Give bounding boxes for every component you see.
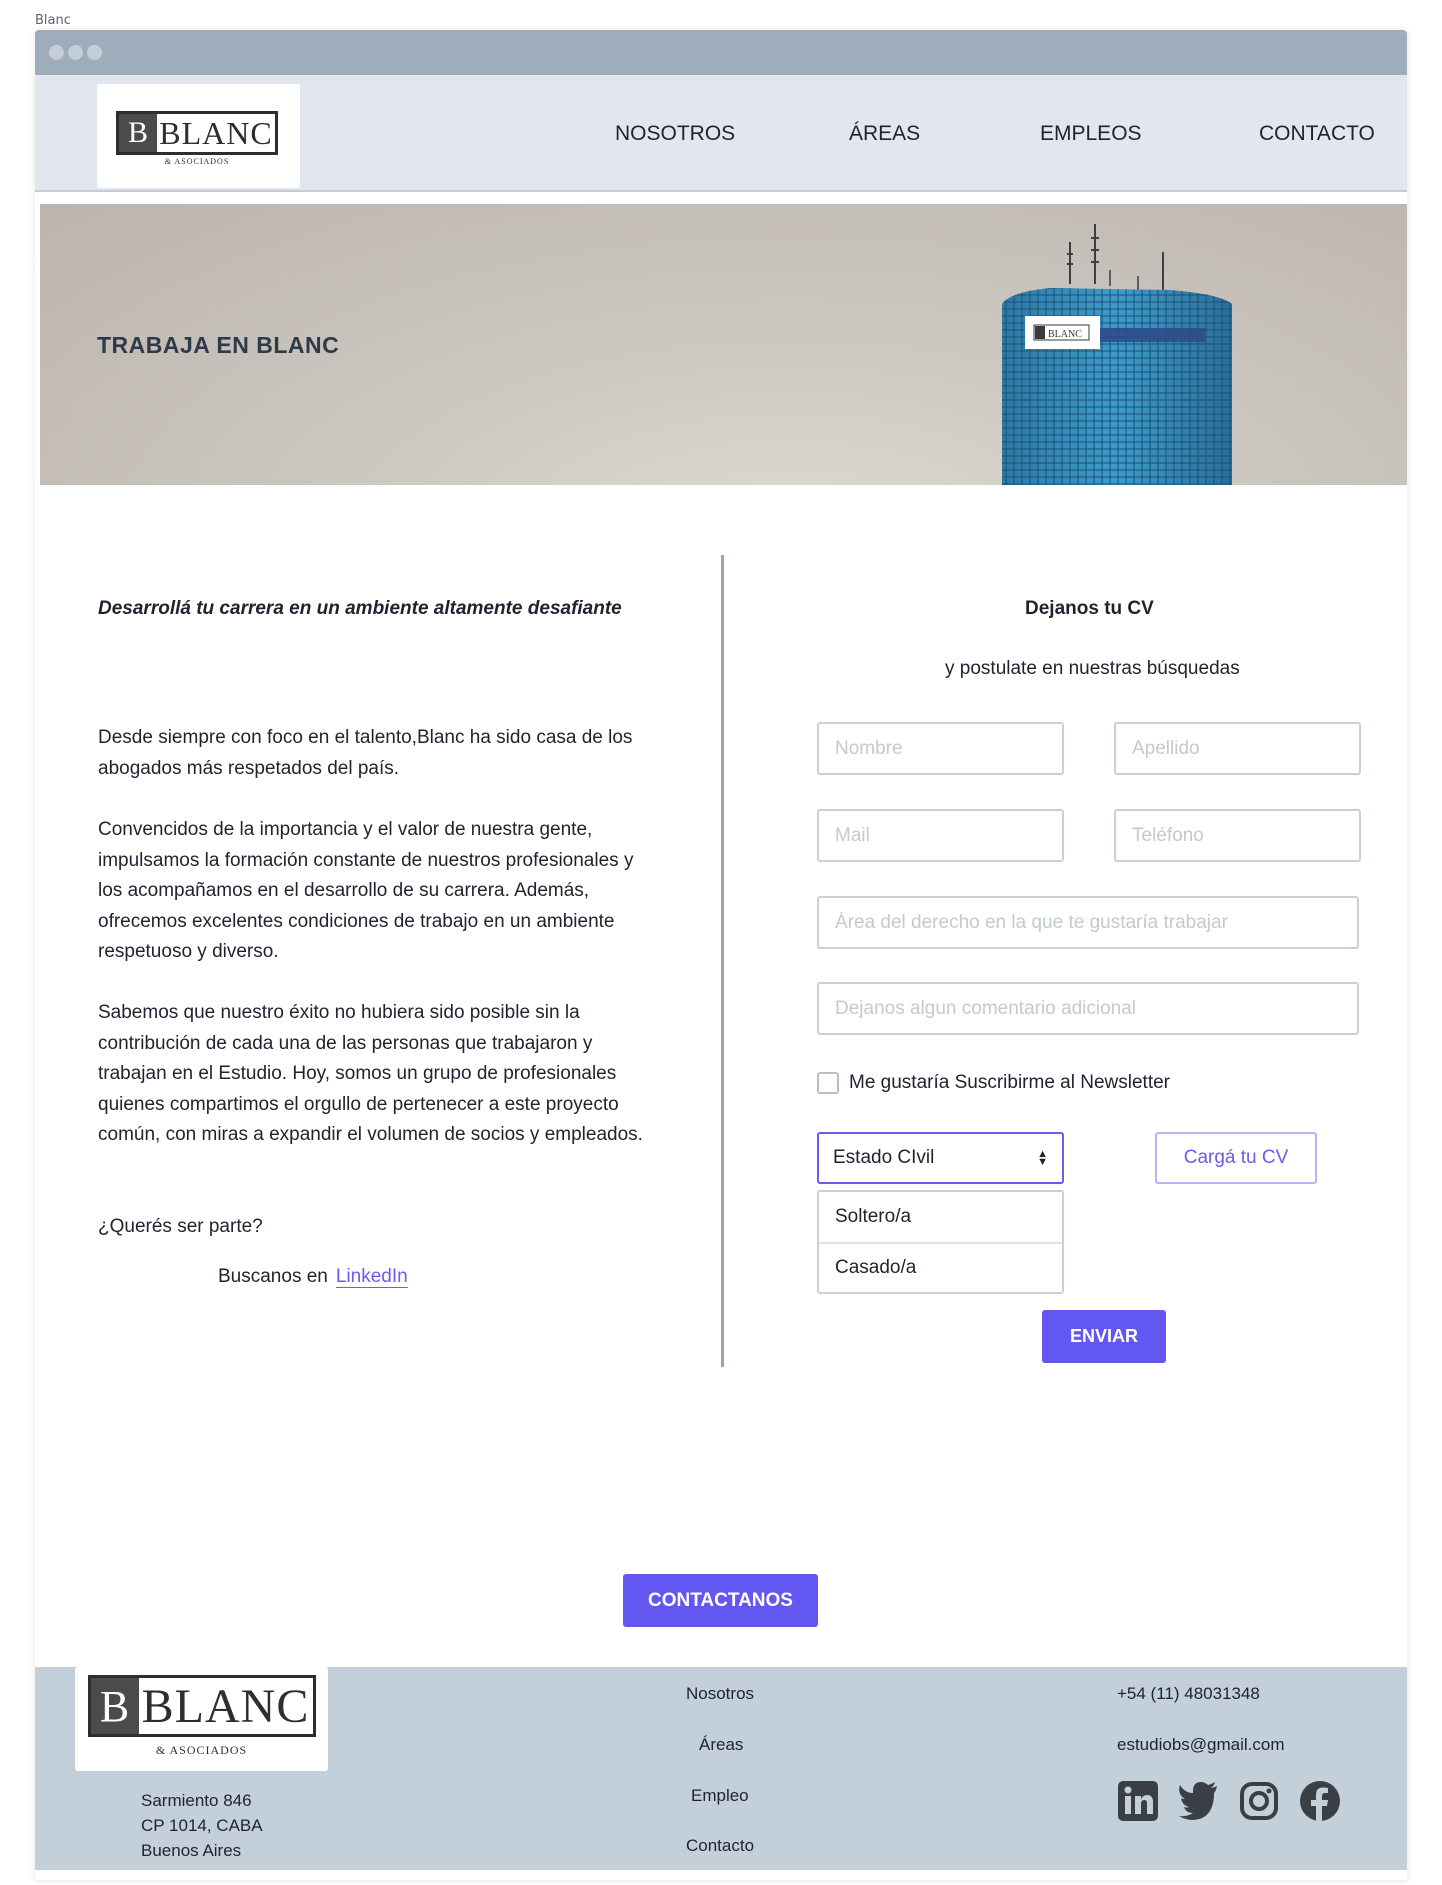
facebook-icon[interactable] [1299, 1780, 1341, 1822]
newsletter-label: Me gustaría Suscribirme al Newsletter [849, 1072, 1170, 1093]
twitter-icon[interactable] [1177, 1780, 1219, 1822]
linkedin-line: Buscanos en LinkedIn [218, 1266, 408, 1288]
logo-initial: B [119, 114, 157, 152]
footer-link-contacto[interactable]: Contacto [686, 1836, 754, 1856]
linkedin-link[interactable]: LinkedIn [335, 1266, 408, 1288]
hero-title: TRABAJA EN BLANC [97, 332, 340, 358]
form-subtitle: y postulate en nuestras búsquedas [945, 658, 1240, 679]
nav-empleos[interactable]: EMPLEOS [1040, 122, 1142, 146]
window-dot-icon [68, 45, 83, 60]
mail-field[interactable] [817, 809, 1064, 862]
team-paragraph: Sabemos que nuestro éxito no hubiera sid… [98, 1002, 643, 1145]
telefono-field[interactable] [1114, 809, 1361, 862]
upload-cv-button[interactable]: Cargá tu CV [1155, 1132, 1317, 1184]
logo-wordmark: BLANC [159, 114, 273, 151]
window-dot-icon [49, 45, 64, 60]
intro-paragraph: Desde siempre con foco en el talento,Bla… [98, 727, 633, 779]
logo-tagline: & ASOCIADOS [164, 157, 230, 166]
logo-initial: B [90, 1678, 139, 1734]
logo-wordmark: BLANC [141, 1679, 310, 1733]
footer: B BLANC & ASOCIADOS Sarmiento 846 CP 101… [35, 1667, 1407, 1870]
brand-logo: B BLANC & ASOCIADOS [83, 1675, 320, 1758]
address-line: Sarmiento 846 [141, 1791, 252, 1810]
footer-link-areas[interactable]: Áreas [699, 1735, 743, 1755]
area-field[interactable] [817, 896, 1359, 949]
submit-button[interactable]: ENVIAR [1042, 1310, 1166, 1363]
footer-link-nosotros[interactable]: Nosotros [686, 1684, 754, 1704]
hero-banner: TRABAJA EN BLANC BLANC [40, 204, 1407, 485]
nav-contacto[interactable]: CONTACTO [1259, 122, 1375, 146]
address-line: Buenos Aires [141, 1841, 242, 1860]
footer-address: Sarmiento 846 CP 1014, CABA Buenos Aires [141, 1788, 263, 1863]
form-title: Dejanos tu CV [1025, 598, 1154, 619]
window-titlebar [35, 30, 1407, 75]
join-question: ¿Querés ser parte? [98, 1216, 263, 1237]
building-image: BLANC [1002, 224, 1232, 485]
select-arrows-icon: ▲ ▼ [1037, 1148, 1048, 1168]
footer-link-empleo[interactable]: Empleo [691, 1786, 749, 1806]
logo-tagline: & ASOCIADOS [155, 1743, 248, 1757]
option-casado[interactable]: Casado/a [819, 1242, 1062, 1292]
nombre-field[interactable] [817, 722, 1064, 775]
values-paragraph: Convencidos de la importancia y el valor… [98, 819, 634, 962]
contact-button[interactable]: CONTACTANOS [623, 1574, 818, 1627]
linkedin-prefix: Buscanos en [218, 1266, 328, 1287]
estado-civil-options: Soltero/a Casado/a [817, 1190, 1064, 1294]
option-soltero[interactable]: Soltero/a [819, 1192, 1062, 1242]
brand-logo: B BLANC & ASOCIADOS [116, 111, 278, 166]
frame-label-blanc: Blanc [35, 13, 71, 28]
window-dot-icon [87, 45, 102, 60]
column-divider [721, 555, 724, 1367]
footer-phone: +54 (11) 48031348 [1117, 1684, 1260, 1703]
estado-civil-value: Estado CIvil [833, 1147, 935, 1168]
footer-email: estudiobs@gmail.com [1117, 1735, 1285, 1754]
instagram-icon[interactable] [1238, 1780, 1280, 1822]
building-logo-text: BLANC [1048, 329, 1082, 340]
browser-window: B BLANC & ASOCIADOS TRABAJA EN BLANC BLA… [35, 30, 1407, 1880]
footer-logo[interactable]: B BLANC & ASOCIADOS [75, 1667, 328, 1771]
nav-areas[interactable]: ÁREAS [849, 122, 920, 146]
apellido-field[interactable] [1114, 722, 1361, 775]
nav-nosotros[interactable]: NOSOTROS [615, 122, 735, 146]
header-logo[interactable]: B BLANC & ASOCIADOS [97, 84, 300, 188]
address-line: CP 1014, CABA [141, 1816, 263, 1835]
linkedin-icon[interactable] [1117, 1780, 1159, 1822]
newsletter-row[interactable]: Me gustaría Suscribirme al Newsletter [817, 1072, 1170, 1094]
comentario-field[interactable] [817, 982, 1359, 1035]
estado-civil-select[interactable]: Estado CIvil ▲ ▼ [817, 1132, 1064, 1184]
careers-tagline: Desarrollá tu carrera en un ambiente alt… [98, 598, 622, 619]
newsletter-checkbox[interactable] [817, 1072, 839, 1094]
